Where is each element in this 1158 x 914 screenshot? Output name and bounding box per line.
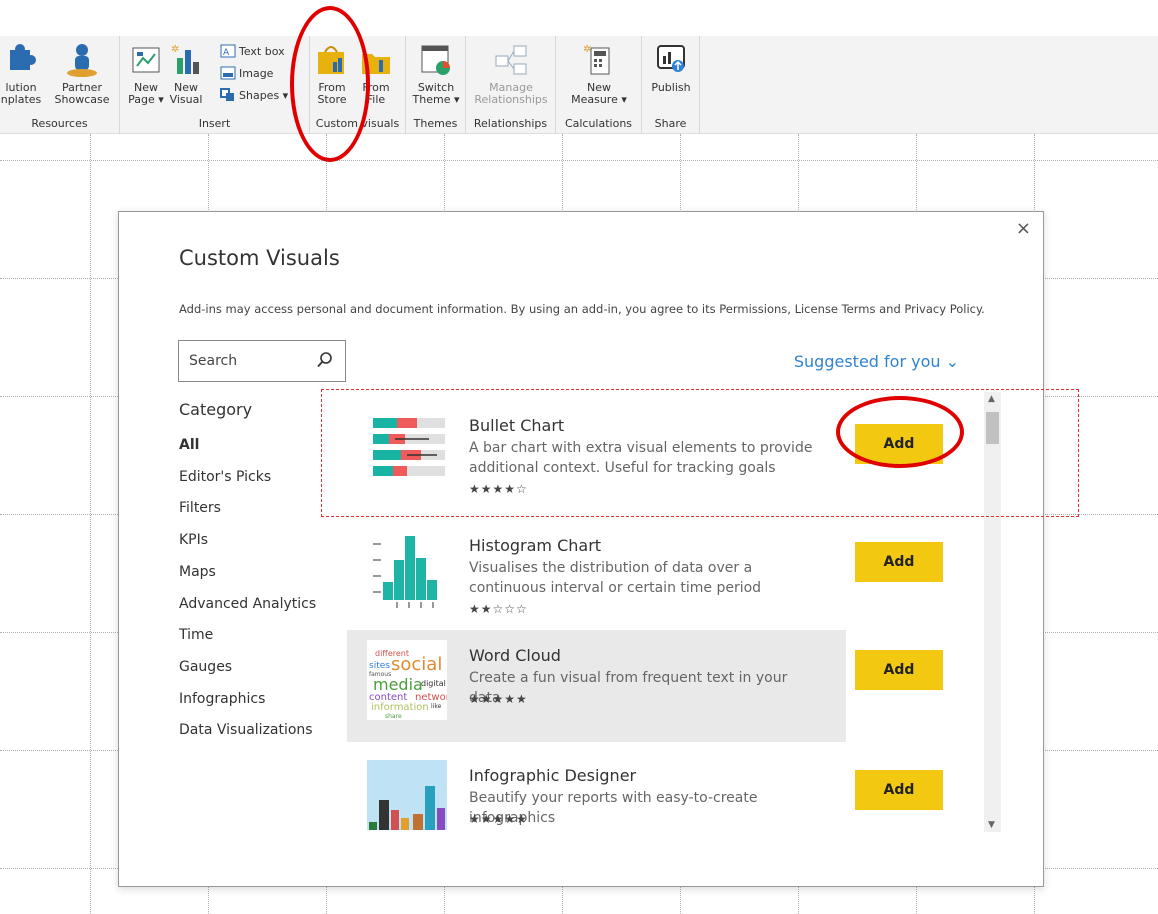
group-label: Insert: [198, 117, 231, 130]
group-share: Publish Share: [642, 36, 700, 134]
relationships-icon: [494, 42, 528, 78]
category-advanced-analytics[interactable]: Advanced Analytics: [179, 596, 316, 612]
text-box-button[interactable]: A Text box: [220, 44, 285, 58]
cloud-word: digital: [421, 679, 446, 688]
svg-text:✲: ✲: [171, 44, 179, 55]
switch-theme-button[interactable]: Switch Theme ▾: [412, 42, 460, 106]
svg-text:A: A: [223, 48, 230, 58]
theme-icon: [419, 42, 453, 78]
add-button[interactable]: Add: [855, 770, 943, 810]
search-icon[interactable]: [317, 352, 333, 368]
cloud-word: like: [431, 703, 442, 710]
person-icon: [65, 42, 99, 78]
visual-name: Infographic Designer: [469, 766, 637, 785]
grid-line: [90, 134, 91, 914]
image-icon: [220, 66, 236, 80]
category-data-visualizations[interactable]: Data Visualizations: [179, 722, 313, 738]
group-label: Resources: [31, 117, 88, 130]
svg-text:✲: ✲: [583, 44, 591, 55]
rating-stars: ★★★★★: [469, 812, 528, 826]
category-maps[interactable]: Maps: [179, 564, 216, 580]
close-icon[interactable]: ×: [1016, 218, 1031, 239]
visual-name: Histogram Chart: [469, 536, 602, 555]
annotation-dashed-box: [321, 389, 1079, 517]
category-kpis[interactable]: KPIs: [179, 532, 208, 548]
label: Measure ▾: [571, 93, 627, 106]
new-page-button[interactable]: New Page ▾: [128, 42, 164, 106]
search-input[interactable]: Search: [178, 340, 346, 382]
list-item[interactable]: Infographic Designer Beautify your repor…: [347, 750, 943, 830]
shapes-icon: [220, 88, 236, 102]
category-gauges[interactable]: Gauges: [179, 659, 232, 675]
label: Text box: [239, 44, 285, 58]
group-relationships: Manage Relationships Relationships: [466, 36, 556, 134]
visual-name: Word Cloud: [469, 646, 561, 665]
word-cloud-thumbnail: different sites social famous media digi…: [367, 640, 451, 720]
label: Showcase: [54, 93, 110, 106]
group-label: Calculations: [564, 117, 633, 130]
label: nplates: [0, 93, 42, 106]
list-item[interactable]: different sites social famous media digi…: [347, 630, 943, 742]
group-calculations: ✲ New Measure ▾ Calculations: [556, 36, 642, 134]
privacy-note: Add-ins may access personal and document…: [179, 302, 985, 316]
category-heading: Category: [179, 400, 253, 419]
puzzle-icon: [4, 42, 38, 78]
new-measure-button[interactable]: ✲ New Measure ▾: [566, 42, 632, 106]
label: Theme ▾: [412, 93, 460, 106]
solution-templates-button[interactable]: lution nplates: [0, 42, 48, 106]
category-filters[interactable]: Filters: [179, 500, 221, 516]
label: Shapes ▾: [239, 88, 289, 102]
ribbon: lution nplates Partner Showcase Resource…: [0, 36, 1158, 134]
calculator-icon: ✲: [582, 42, 616, 78]
histogram-thumbnail: [367, 530, 447, 610]
label: Visual: [169, 93, 203, 106]
category-all[interactable]: All: [179, 437, 199, 453]
cloud-word: information: [371, 702, 429, 713]
cloud-word: share: [385, 713, 402, 720]
group-resources: lution nplates Partner Showcase Resource…: [0, 36, 120, 134]
category-infographics[interactable]: Infographics: [179, 691, 265, 707]
new-page-icon: [129, 42, 163, 78]
text-box-icon: A: [220, 44, 236, 58]
group-label: Themes: [413, 117, 458, 130]
label: Relationships: [474, 93, 548, 106]
category-editors-picks[interactable]: Editor's Picks: [179, 469, 271, 485]
rating-stars: ★★☆☆☆: [469, 602, 528, 616]
suggested-dropdown[interactable]: Suggested for you ⌄: [794, 352, 959, 371]
custom-visuals-dialog: × Custom Visuals Add-ins may access pers…: [118, 211, 1044, 887]
publish-icon: [654, 42, 688, 78]
list-item[interactable]: Histogram Chart Visualises the distribut…: [347, 520, 943, 632]
new-visual-button[interactable]: ✲ New Visual: [166, 42, 206, 106]
image-button[interactable]: Image: [220, 66, 273, 80]
group-label: Share: [654, 117, 687, 130]
grid-line: [0, 160, 1158, 161]
label: Page ▾: [128, 93, 164, 106]
visual-description: Visualises the distribution of data over…: [469, 560, 762, 596]
partner-showcase-button[interactable]: Partner Showcase: [54, 42, 110, 106]
group-label: Relationships: [473, 117, 548, 130]
publish-button[interactable]: Publish: [648, 42, 694, 94]
label: Publish: [651, 81, 691, 94]
new-visual-icon: ✲: [169, 42, 203, 78]
annotation-ellipse-add: [836, 396, 964, 468]
shapes-button[interactable]: Shapes ▾: [220, 88, 288, 102]
add-button[interactable]: Add: [855, 542, 943, 582]
manage-relationships-button[interactable]: Manage Relationships: [470, 42, 552, 106]
annotation-ellipse-from-store: [290, 6, 370, 162]
add-button[interactable]: Add: [855, 650, 943, 690]
search-placeholder: Search: [189, 353, 238, 369]
cloud-word: social: [391, 654, 442, 675]
category-time[interactable]: Time: [179, 627, 213, 643]
dialog-title: Custom Visuals: [179, 246, 340, 270]
label: Image: [239, 66, 274, 80]
group-themes: Switch Theme ▾ Themes: [406, 36, 466, 134]
infographic-thumbnail: [367, 760, 447, 830]
cloud-word: sites: [369, 661, 390, 671]
rating-stars: ★★★★★: [469, 692, 528, 706]
scroll-down-icon[interactable]: ▼: [988, 820, 995, 830]
group-insert: New Page ▾ ✲ New Visual A Text box Image…: [120, 36, 310, 134]
